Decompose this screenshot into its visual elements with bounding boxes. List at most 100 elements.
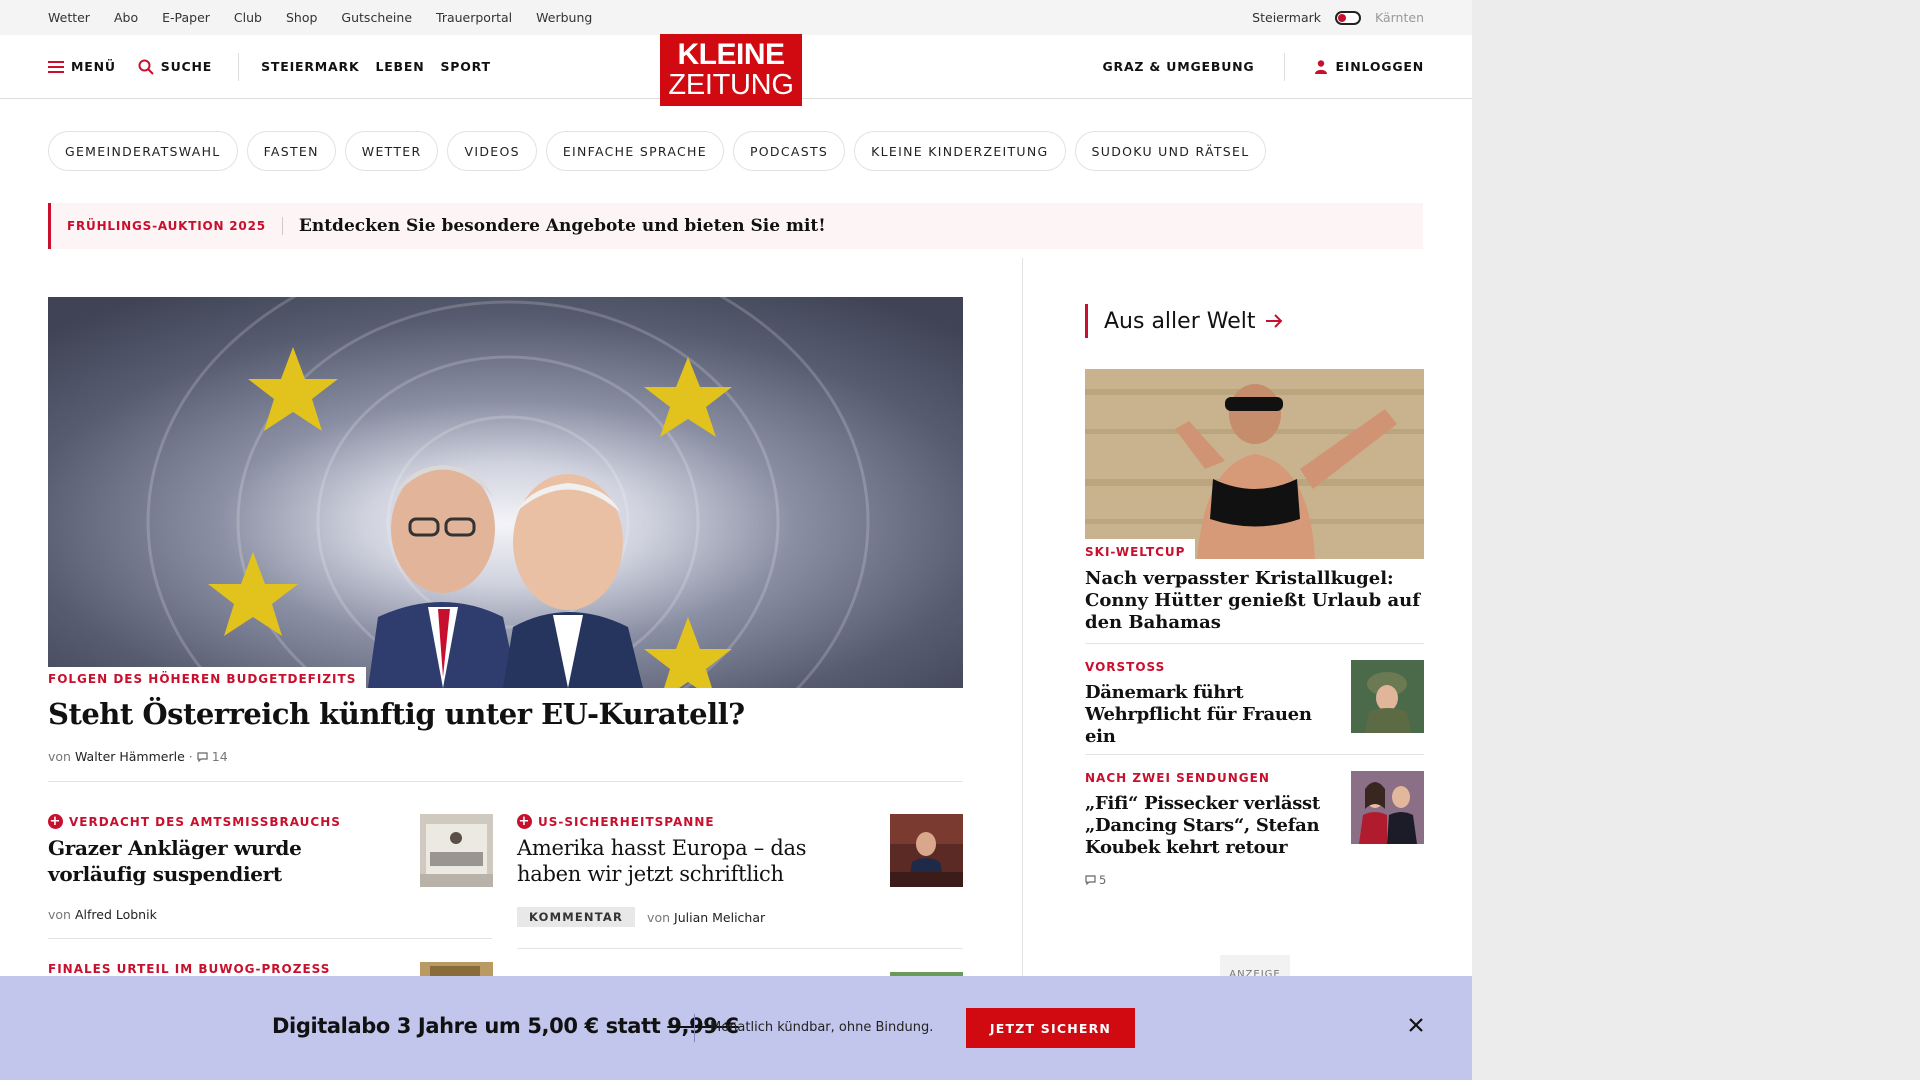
utility-link-wetter[interactable]: Wetter (48, 10, 90, 25)
sidebar-item-2-title[interactable]: „Fifi“ Pissecker verlässt „Dancing Stars… (1085, 793, 1330, 859)
utility-link-shop[interactable]: Shop (286, 10, 317, 25)
sidebar-divider (1085, 754, 1424, 755)
search-button[interactable]: SUCHE (138, 59, 212, 75)
sidebar-item-1-title[interactable]: Dänemark führt Wehrpflicht für Frauen ei… (1085, 682, 1330, 748)
hero-comment-count[interactable]: 14 (212, 749, 228, 764)
article-divider (517, 948, 963, 949)
topic-wetter[interactable]: WETTER (344, 131, 439, 171)
sidebar-divider (1085, 643, 1424, 644)
sidebar-item-2-comments[interactable]: 5 (1085, 873, 1424, 887)
sidebar-item-1[interactable]: VORSTOSS Dänemark führt Wehrpflicht für … (1085, 660, 1424, 748)
region-steiermark[interactable]: Steiermark (1252, 10, 1321, 25)
nav-sport[interactable]: SPORT (440, 59, 490, 74)
topic-gemeinderatswahl[interactable]: GEMEINDERATSWAHL (48, 131, 238, 171)
article-1-kicker: + VERDACHT DES AMTSMISSBRAUCHS (48, 814, 348, 829)
sidebar-item-1-thumbnail[interactable] (1351, 660, 1424, 733)
plus-icon: + (517, 814, 532, 829)
article-1-kicker-text: VERDACHT DES AMTSMISSBRAUCHS (69, 814, 341, 829)
utility-link-trauerportal[interactable]: Trauerportal (436, 10, 512, 25)
byline-prefix: von (48, 907, 71, 922)
article-2-author[interactable]: Julian Melichar (674, 910, 765, 925)
article-teaser-1[interactable]: + VERDACHT DES AMTSMISSBRAUCHS Grazer An… (48, 814, 348, 922)
logo-line-1: KLEINE (677, 38, 785, 71)
topic-einfache-sprache[interactable]: EINFACHE SPRACHE (545, 131, 724, 171)
logo-line-2: ZEITUNG (668, 69, 794, 101)
hero-author[interactable]: Walter Hämmerle (75, 749, 185, 764)
plus-icon: + (48, 814, 63, 829)
article-2-thumbnail[interactable] (890, 814, 963, 887)
offer-main-text: Digitalabo 3 Jahre um 5,00 € statt (272, 1014, 661, 1038)
user-icon (1315, 59, 1328, 74)
promo-text: Entdecken Sie besondere Angebote und bie… (298, 216, 826, 236)
byline-dot: · (188, 749, 193, 764)
article-2-title-line-2: haben wir jetzt schriftlich (517, 862, 784, 886)
search-label: SUCHE (160, 59, 213, 74)
hero-divider (48, 781, 963, 782)
arrow-right-icon (1266, 314, 1283, 328)
utility-links: Wetter Abo E-Paper Club Shop Gutscheine … (48, 10, 592, 25)
utility-bar: Wetter Abo E-Paper Club Shop Gutscheine … (0, 0, 1472, 35)
comment-badge: KOMMENTAR (517, 907, 636, 927)
article-teaser-3[interactable]: FINALES URTEIL IM BUWOG-PROZESS (48, 962, 348, 976)
header-divider-right (1284, 52, 1286, 81)
hero-image[interactable] (48, 297, 963, 688)
article-2-title[interactable]: Amerika hasst Europa – das haben wir jet… (517, 835, 837, 887)
utility-link-werbung[interactable]: Werbung (536, 10, 592, 25)
menu-button[interactable]: MENÜ (48, 59, 116, 74)
region-link[interactable]: GRAZ & UMGEBUNG (1102, 59, 1254, 74)
offer-text: Digitalabo 3 Jahre um 5,00 € statt 9,99 … (272, 1014, 739, 1038)
sidebar-lead-title[interactable]: Nach verpasster Kristallkugel: Conny Hüt… (1085, 568, 1424, 634)
utility-link-club[interactable]: Club (234, 10, 262, 25)
article-2-author-line: von Julian Melichar (647, 910, 765, 925)
region-kaernten[interactable]: Kärnten (1375, 10, 1424, 25)
article-teaser-2[interactable]: + US-SICHERHEITSPANNE Amerika hasst Euro… (517, 814, 837, 927)
article-2-title-line-1: Amerika hasst Europa – das (517, 836, 807, 860)
topic-pills: GEMEINDERATSWAHL FASTEN WETTER VIDEOS EI… (48, 131, 1267, 171)
topic-videos[interactable]: VIDEOS (447, 131, 537, 171)
article-2-kicker: + US-SICHERHEITSPANNE (517, 814, 837, 829)
subscription-offer-bar: Digitalabo 3 Jahre um 5,00 € statt 9,99 … (0, 976, 1472, 1080)
hero-title[interactable]: Steht Österreich künftig unter EU-Kurate… (48, 697, 745, 731)
comment-icon (1085, 875, 1096, 885)
hero-kicker: FOLGEN DES HÖHEREN BUDGETDEFIZITS (48, 667, 367, 690)
article-1-author[interactable]: Alfred Lobnik (75, 907, 157, 922)
topic-kinderzeitung[interactable]: KLEINE KINDERZEITUNG (854, 131, 1066, 171)
promo-banner[interactable]: FRÜHLINGS-AUKTION 2025 Entdecken Sie bes… (48, 203, 1423, 249)
promo-kicker: FRÜHLINGS-AUKTION 2025 (51, 217, 283, 235)
sidebar-heading[interactable]: Aus aller Welt (1085, 304, 1283, 338)
offer-divider (694, 1014, 695, 1042)
article-2-kicker-text: US-SICHERHEITSPANNE (538, 814, 715, 829)
article-2-byline: KOMMENTAR von Julian Melichar (517, 907, 837, 927)
utility-link-gutscheine[interactable]: Gutscheine (341, 10, 412, 25)
article-1-title-line-1: Grazer Ankläger wurde (48, 836, 302, 860)
login-button[interactable]: EINLOGGEN (1315, 59, 1424, 74)
article-divider (48, 938, 492, 939)
header-right: GRAZ & UMGEBUNG EINLOGGEN (1102, 52, 1424, 81)
article-1-thumbnail[interactable] (420, 814, 493, 887)
nav-leben[interactable]: LEBEN (375, 59, 424, 74)
sidebar-item-2-thumbnail[interactable] (1351, 771, 1424, 844)
article-1-byline: von Alfred Lobnik (48, 907, 348, 922)
byline-prefix: von (647, 909, 671, 925)
close-icon[interactable] (1408, 1016, 1424, 1038)
region-toggle[interactable] (1335, 10, 1361, 25)
login-label: EINLOGGEN (1335, 59, 1424, 74)
article-3-kicker: FINALES URTEIL IM BUWOG-PROZESS (48, 962, 348, 976)
utility-link-epaper[interactable]: E-Paper (162, 10, 210, 25)
site-logo[interactable]: KLEINE ZEITUNG (660, 34, 802, 106)
article-1-title-line-2: vorläufig suspendiert (48, 862, 282, 886)
topic-podcasts[interactable]: PODCASTS (732, 131, 846, 171)
main-header: MENÜ SUCHE STEIERMARK LEBEN SPORT KLEINE… (0, 34, 1472, 106)
offer-cta-button[interactable]: JETZT SICHERN (966, 1008, 1135, 1048)
menu-label: MENÜ (71, 59, 116, 74)
hero-byline: von Walter Hämmerle · 14 (48, 749, 228, 764)
nav-steiermark[interactable]: STEIERMARK (261, 59, 359, 74)
topic-fasten[interactable]: FASTEN (246, 131, 336, 171)
sidebar-lead-image[interactable] (1085, 369, 1424, 559)
article-3-kicker-text: FINALES URTEIL IM BUWOG-PROZESS (48, 962, 331, 976)
region-switch: Steiermark Kärnten (1252, 10, 1424, 25)
utility-link-abo[interactable]: Abo (114, 10, 138, 25)
topic-sudoku[interactable]: SUDOKU UND RÄTSEL (1074, 131, 1267, 171)
article-1-title[interactable]: Grazer Ankläger wurde vorläufig suspendi… (48, 835, 348, 887)
sidebar-item-2[interactable]: NACH ZWEI SENDUNGEN „Fifi“ Pissecker ver… (1085, 771, 1424, 887)
